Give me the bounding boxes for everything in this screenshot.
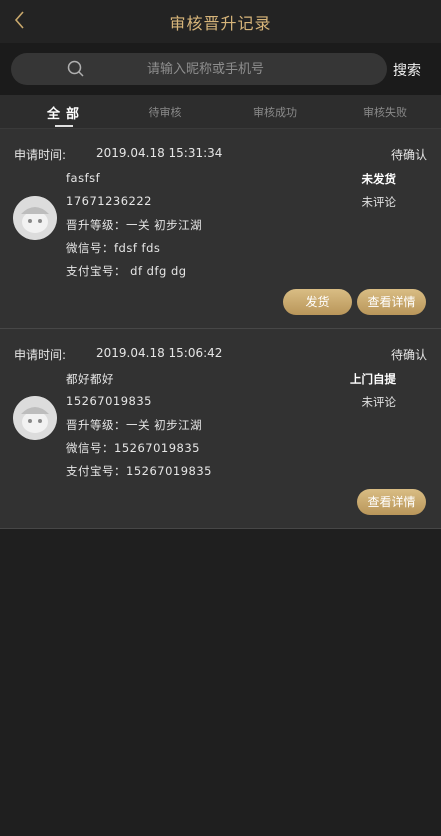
wechat-id: 微信号：fdsf fds	[66, 241, 161, 255]
status-badge: 待确认	[390, 348, 427, 362]
promotion-level: 晋升等级：一关 初步江湖	[66, 218, 203, 232]
tab-rejected[interactable]: 审核失败	[340, 104, 430, 120]
top-bar: 审核晋升记录	[0, 0, 441, 43]
apply-time: 2019.04.18 15:31:34	[96, 146, 223, 160]
filter-tabs: 全部 待审核 审核成功 审核失败	[0, 95, 441, 129]
apply-time: 2019.04.18 15:06:42	[96, 346, 223, 360]
apply-time-label: 申请时间:	[14, 148, 67, 162]
review-status: 未评论	[361, 395, 397, 409]
user-phone: 15267019835	[66, 394, 152, 408]
avatar	[13, 396, 57, 440]
active-tab-indicator	[55, 125, 73, 127]
user-phone: 17671236222	[66, 194, 152, 208]
search-button[interactable]: 搜索	[393, 60, 421, 80]
status-badge: 待确认	[390, 148, 427, 162]
review-status: 未评论	[361, 195, 397, 209]
alipay-id: 支付宝号： df dfg dg	[66, 264, 187, 278]
tab-pending[interactable]: 待审核	[120, 104, 210, 120]
view-details-button[interactable]: 查看详情	[357, 289, 426, 315]
shipping-status: 未发货	[361, 172, 397, 186]
alipay-id: 支付宝号：15267019835	[66, 464, 212, 478]
avatar	[13, 196, 57, 240]
record-card: 申请时间: 2019.04.18 15:31:34 待确认 fasfsf 176…	[0, 129, 441, 329]
view-details-button[interactable]: 查看详情	[357, 489, 426, 515]
search-input[interactable]	[97, 53, 407, 85]
user-name: fasfsf	[66, 171, 101, 185]
user-name: 都好都好	[66, 372, 114, 386]
wechat-id: 微信号：15267019835	[66, 441, 200, 455]
tab-all[interactable]: 全部	[21, 103, 111, 122]
search-box[interactable]	[11, 53, 407, 85]
page-title: 审核晋升记录	[169, 14, 272, 33]
shipping-status: 上门自提	[350, 372, 396, 386]
record-card: 申请时间: 2019.04.18 15:06:42 待确认 都好都好 15267…	[0, 329, 441, 529]
search-icon	[67, 60, 84, 77]
promotion-level: 晋升等级：一关 初步江湖	[66, 418, 203, 432]
tab-approved[interactable]: 审核成功	[230, 104, 320, 120]
ship-button[interactable]: 发货	[283, 289, 352, 315]
search-row: 搜索	[0, 43, 441, 95]
avatar-face-icon	[13, 396, 57, 440]
avatar-face-icon	[13, 196, 57, 240]
apply-time-label: 申请时间:	[14, 348, 67, 362]
